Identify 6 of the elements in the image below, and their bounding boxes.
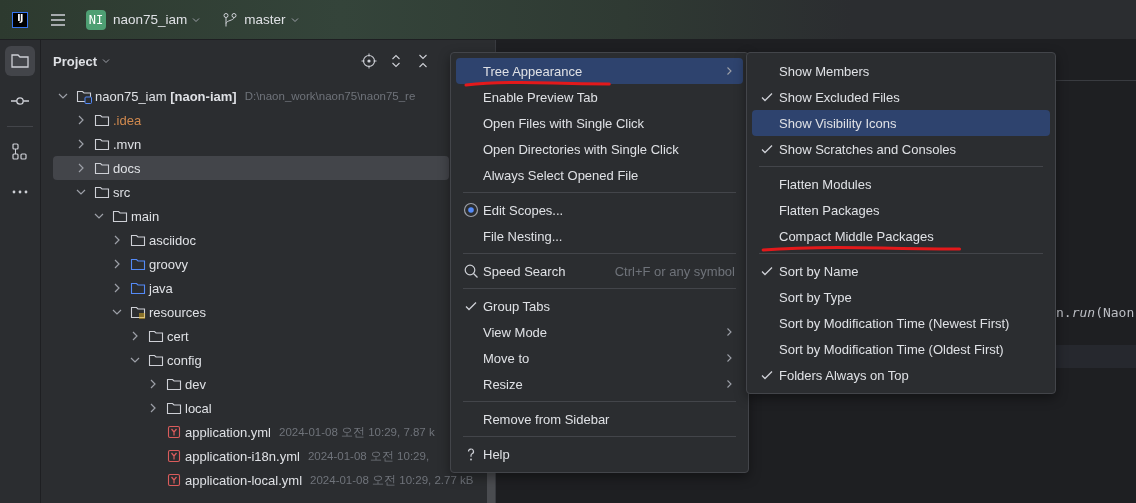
file-info: 2024-01-08 오전 10:29,	[307, 448, 430, 464]
file-info: D:\naon_work\naon75\naon75_re	[244, 90, 416, 102]
shortcut-hint: Ctrl+F or any symbol	[613, 263, 735, 279]
file-info: 2024-01-08 오전 10:29, 2.77 kB	[310, 472, 474, 488]
file-info: 2024-01-08 오전 10:29, 7.87 k	[279, 424, 435, 440]
code-line: n.run(Naon	[1056, 305, 1135, 320]
